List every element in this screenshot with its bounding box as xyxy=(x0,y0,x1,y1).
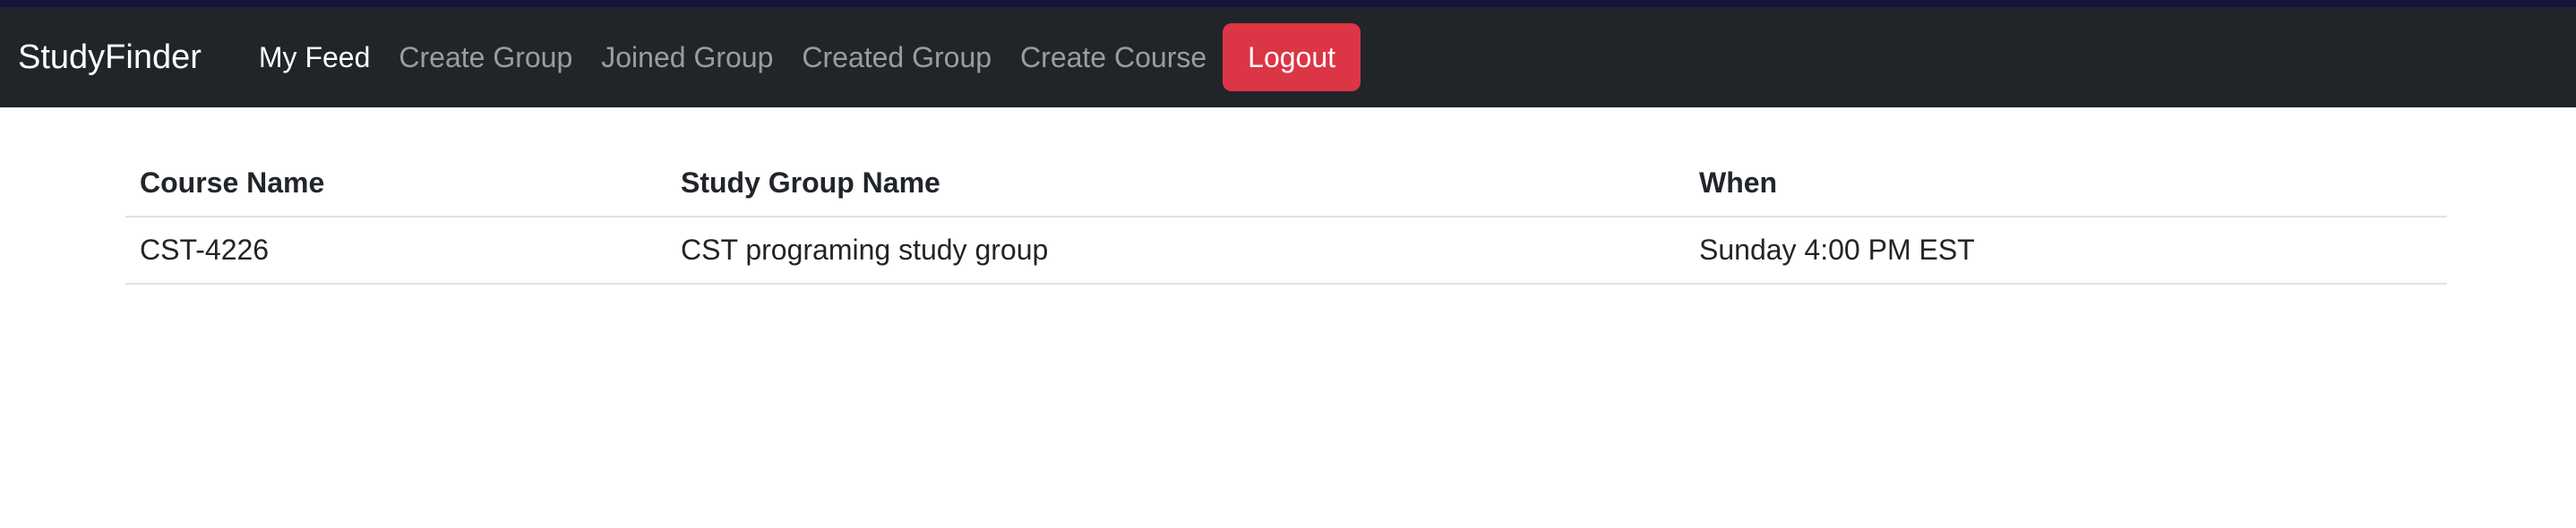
cell-course-name: CST-4226 xyxy=(125,217,666,285)
nav-link-created-group[interactable]: Created Group xyxy=(787,41,1006,74)
cell-when: Sunday 4:00 PM EST xyxy=(1685,217,2447,285)
nav-link-create-course[interactable]: Create Course xyxy=(1006,41,1221,74)
column-header-study-group-name: Study Group Name xyxy=(666,150,1685,217)
study-group-feed-table: Course Name Study Group Name When CST-42… xyxy=(125,150,2447,285)
feed-content: Course Name Study Group Name When CST-42… xyxy=(125,150,2447,285)
nav-link-my-feed[interactable]: My Feed xyxy=(245,41,384,74)
cell-study-group-name: CST programing study group xyxy=(666,217,1685,285)
column-header-when: When xyxy=(1685,150,2447,217)
logout-button[interactable]: Logout xyxy=(1223,23,1361,91)
top-navbar: StudyFinder My Feed Create Group Joined … xyxy=(0,7,2576,107)
column-header-course-name: Course Name xyxy=(125,150,666,217)
nav-link-joined-group[interactable]: Joined Group xyxy=(587,41,787,74)
table-row: CST-4226 CST programing study group Sund… xyxy=(125,217,2447,285)
top-edge-strip xyxy=(0,0,2576,7)
brand-logo-link[interactable]: StudyFinder xyxy=(18,38,202,77)
nav-link-create-group[interactable]: Create Group xyxy=(384,41,587,74)
table-header-row: Course Name Study Group Name When xyxy=(125,150,2447,217)
